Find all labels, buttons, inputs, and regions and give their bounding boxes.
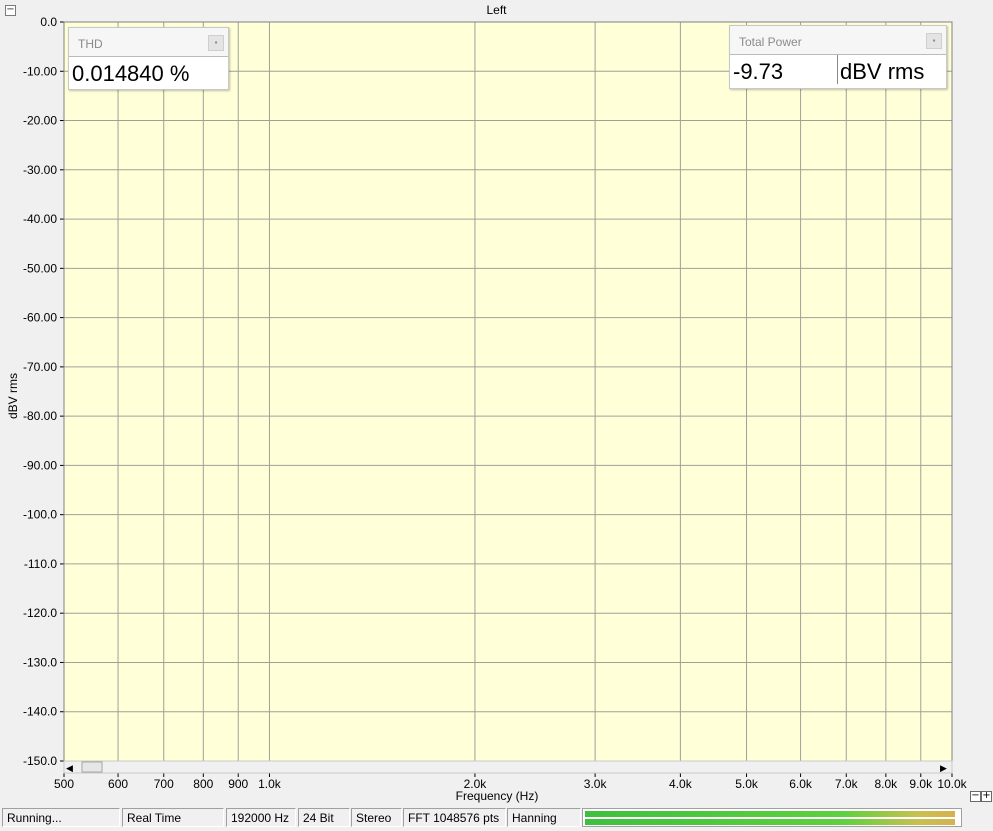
total-power-title: Total Power bbox=[739, 35, 802, 49]
thd-value: 0.014840 % bbox=[72, 61, 190, 86]
y-tick-label: -20.00 bbox=[23, 114, 57, 128]
level-meter-left-bar bbox=[585, 811, 956, 817]
status-window-function: Hanning bbox=[507, 808, 581, 827]
y-tick-label: -140.0 bbox=[23, 705, 57, 719]
status-sample-rate: 192000 Hz bbox=[226, 808, 296, 827]
x-tick-label: 9.0k bbox=[909, 777, 933, 791]
scroll-left-arrow-icon[interactable]: ◀ bbox=[66, 764, 73, 774]
scrollbar-thumb[interactable] bbox=[81, 761, 103, 773]
x-tick-label: 800 bbox=[193, 777, 213, 791]
x-tick-label: 4.0k bbox=[669, 777, 693, 791]
horizontal-scrollbar[interactable] bbox=[63, 760, 953, 774]
zoom-in-icon[interactable]: + bbox=[981, 791, 992, 802]
y-tick-label: -50.00 bbox=[23, 261, 57, 275]
y-tick-label: -70.00 bbox=[23, 360, 57, 374]
y-tick-label: -80.00 bbox=[23, 409, 57, 423]
status-bit-depth: 24 Bit bbox=[298, 808, 350, 827]
thd-title: THD bbox=[78, 37, 103, 51]
x-tick-label: 6.0k bbox=[789, 777, 813, 791]
total-power-header[interactable]: Total Power ▪ bbox=[730, 26, 946, 55]
y-tick-label: -60.00 bbox=[23, 311, 57, 325]
x-tick-label: 10.0k bbox=[937, 777, 967, 791]
x-tick-label: 3.0k bbox=[584, 777, 608, 791]
y-axis-tick-labels: 0.0 -10.00 -20.00 -30.00 -40.00 -50.00 -60.00 -… bbox=[23, 15, 57, 768]
x-axis-title: Frequency (Hz) bbox=[456, 789, 539, 803]
y-tick-label: -40.00 bbox=[23, 212, 57, 226]
y-tick-label: -110.0 bbox=[24, 557, 57, 571]
level-meter bbox=[582, 808, 962, 827]
total-power-readout-panel[interactable]: Total Power ▪ -9.73 dBV rms bbox=[729, 25, 947, 89]
status-fft-size: FFT 1048576 pts bbox=[403, 808, 506, 827]
scroll-right-arrow-icon[interactable]: ▶ bbox=[940, 764, 947, 774]
y-tick-label: -10.00 bbox=[23, 64, 57, 78]
y-tick-label: -90.00 bbox=[23, 458, 57, 472]
close-icon[interactable]: ▪ bbox=[208, 35, 224, 51]
total-power-unit: dBV rms bbox=[840, 59, 925, 84]
plot-area[interactable] bbox=[64, 22, 952, 763]
x-tick-label: 500 bbox=[54, 777, 74, 791]
thd-readout-panel[interactable]: THD ▪ 0.014840 % bbox=[68, 27, 229, 90]
status-mode: Real Time bbox=[122, 808, 224, 827]
y-axis-title: dBV rms bbox=[6, 373, 20, 419]
close-icon[interactable]: ▪ bbox=[926, 33, 942, 49]
x-tick-label: 8.0k bbox=[875, 777, 899, 791]
x-tick-label: 600 bbox=[108, 777, 128, 791]
status-state: Running... bbox=[2, 808, 120, 827]
x-tick-label: 1.0k bbox=[258, 777, 282, 791]
x-tick-label: 700 bbox=[154, 777, 174, 791]
y-tick-label: -30.00 bbox=[23, 163, 57, 177]
x-tick-label: 900 bbox=[228, 777, 248, 791]
status-bar: Running... Real Time 192000 Hz 24 Bit St… bbox=[0, 806, 993, 831]
spectrum-chart: 0.0 -10.00 -20.00 -30.00 -40.00 -50.00 -60.00 -… bbox=[0, 0, 968, 803]
x-tick-label: 7.0k bbox=[835, 777, 859, 791]
y-tick-label: 0.0 bbox=[40, 15, 57, 29]
status-channels: Stereo bbox=[351, 808, 402, 827]
zoom-out-icon[interactable]: − bbox=[970, 791, 981, 802]
y-tick-label: -150.0 bbox=[23, 754, 57, 768]
level-meter-right-bar bbox=[585, 819, 956, 825]
y-tick-label: -130.0 bbox=[23, 655, 57, 669]
x-tick-label: 5.0k bbox=[735, 777, 759, 791]
total-power-value: -9.73 bbox=[733, 59, 784, 84]
y-tick-label: -100.0 bbox=[23, 508, 57, 522]
y-tick-label: -120.0 bbox=[23, 606, 57, 620]
value-unit-divider bbox=[837, 55, 838, 84]
thd-readout-header[interactable]: THD ▪ bbox=[69, 28, 228, 57]
window-title: Left bbox=[486, 3, 507, 17]
